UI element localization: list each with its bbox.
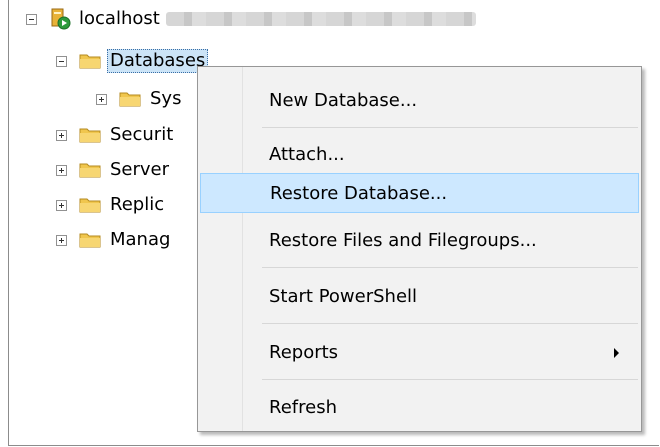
folder-icon — [79, 197, 101, 213]
menu-item-refresh[interactable]: Refresh — [200, 388, 639, 427]
menu-item-attach[interactable]: Attach... — [200, 135, 639, 174]
tree-node-label: Manag — [110, 229, 171, 250]
menu-item-label: Attach... — [269, 144, 345, 165]
menu-separator — [262, 267, 638, 268]
menu-separator — [262, 323, 638, 324]
tree-node-server-objects[interactable]: Server — [56, 155, 169, 185]
expand-icon[interactable] — [96, 93, 107, 105]
sql-server-icon — [51, 8, 71, 30]
menu-separator — [262, 127, 638, 128]
tree-node-security[interactable]: Securit — [56, 120, 173, 150]
tree-node-label: Replic — [110, 194, 165, 215]
folder-icon — [79, 127, 101, 143]
expand-icon[interactable] — [56, 234, 67, 246]
expand-icon[interactable] — [56, 199, 67, 211]
folder-icon — [79, 53, 101, 69]
collapse-icon[interactable] — [56, 55, 67, 67]
tree-node-databases[interactable]: Databases — [56, 46, 209, 76]
databases-label: Databases — [107, 49, 209, 73]
folder-icon — [79, 162, 101, 178]
expand-icon[interactable] — [56, 164, 67, 176]
tree-node-server[interactable]: localhost — [26, 4, 476, 34]
menu-item-label: Refresh — [269, 397, 337, 418]
tree-node-replication[interactable]: Replic — [56, 190, 164, 220]
server-name-label: localhost — [79, 8, 160, 29]
collapse-icon[interactable] — [26, 13, 37, 25]
menu-item-reports[interactable]: Reports — [200, 333, 639, 372]
menu-item-label: Start PowerShell — [269, 286, 418, 307]
menu-item-label: New Database... — [269, 90, 418, 111]
menu-item-label: Restore Database... — [270, 182, 448, 204]
menu-item-new-database[interactable]: New Database... — [200, 81, 639, 120]
context-menu: New Database... Attach... Restore Databa… — [197, 66, 642, 432]
tree-node-management[interactable]: Manag — [56, 225, 170, 255]
menu-item-label: Restore Files and Filegroups... — [269, 230, 537, 251]
submenu-arrow-icon — [614, 347, 619, 358]
tree-node-label: Sys — [150, 88, 182, 109]
menu-item-restore-database[interactable]: Restore Database... — [200, 173, 639, 213]
menu-item-start-powershell[interactable]: Start PowerShell — [200, 277, 639, 316]
folder-icon — [79, 232, 101, 248]
tree-node-system-databases[interactable]: Sys — [96, 84, 181, 114]
tree-node-label: Securit — [110, 124, 174, 145]
redacted-server-detail — [165, 12, 476, 26]
tree-node-label: Server — [110, 159, 170, 180]
menu-item-label: Reports — [269, 342, 339, 363]
folder-icon — [119, 91, 141, 107]
expand-icon[interactable] — [56, 129, 67, 141]
menu-separator — [262, 379, 638, 380]
menu-item-restore-files-filegroups[interactable]: Restore Files and Filegroups... — [200, 221, 639, 260]
